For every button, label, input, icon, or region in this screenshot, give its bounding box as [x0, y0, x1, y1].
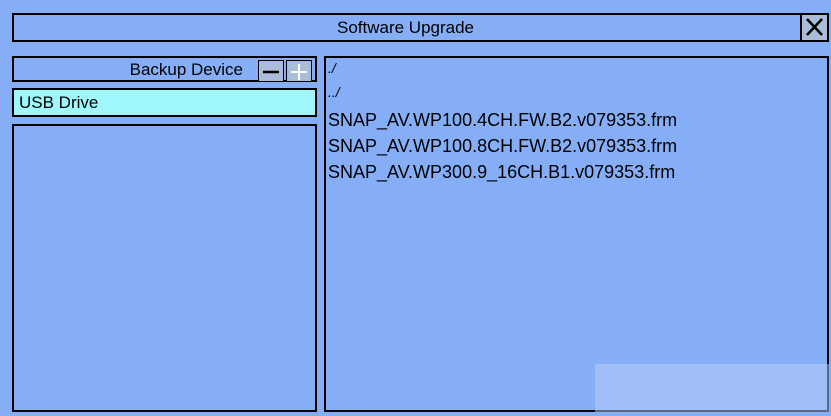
- backup-device-header: Backup Device: [12, 56, 317, 82]
- device-list-area: [12, 124, 317, 412]
- file-entry[interactable]: SNAP_AV.WP100.8CH.FW.B2.v079353.frm: [328, 136, 677, 157]
- file-entry[interactable]: SNAP_AV.WP300.9_16CH.B1.v079353.frm: [328, 162, 675, 183]
- file-entry-parent-dir[interactable]: ../: [328, 84, 340, 100]
- backup-device-title: Backup Device: [129, 60, 243, 79]
- watermark-overlay: [595, 364, 829, 412]
- title-bar: Software Upgrade: [12, 13, 829, 42]
- device-item-usb-drive[interactable]: USB Drive: [12, 88, 317, 117]
- remove-device-button[interactable]: [258, 60, 284, 82]
- plus-icon: [291, 64, 307, 80]
- window-title: Software Upgrade: [336, 18, 475, 37]
- minus-icon: [263, 70, 279, 74]
- file-entry[interactable]: SNAP_AV.WP100.4CH.FW.B2.v079353.frm: [328, 110, 677, 131]
- close-icon: [806, 18, 823, 36]
- file-entry-current-dir[interactable]: ./: [328, 60, 336, 76]
- add-device-button[interactable]: [286, 60, 312, 82]
- close-button[interactable]: [800, 15, 827, 40]
- device-list: USB Drive: [12, 88, 317, 412]
- file-list: ./ ../ SNAP_AV.WP100.4CH.FW.B2.v079353.f…: [324, 56, 829, 412]
- software-upgrade-window: Software Upgrade Backup Device USB Drive…: [0, 0, 831, 416]
